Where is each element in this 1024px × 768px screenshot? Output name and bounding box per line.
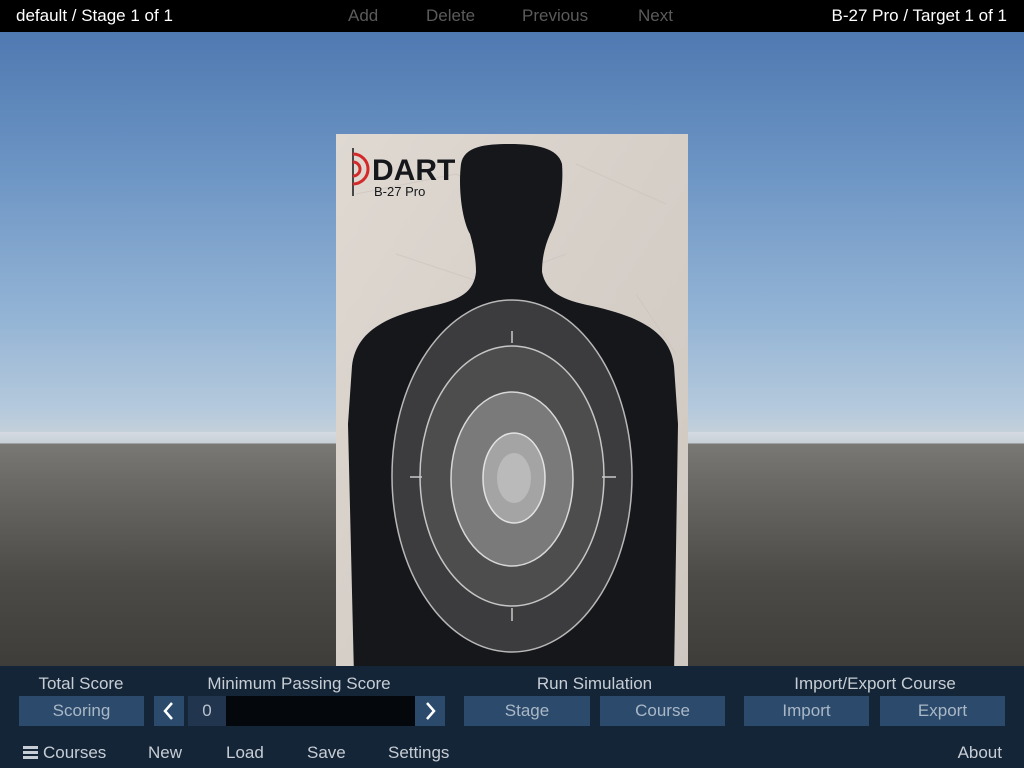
scoring-button[interactable]: Scoring <box>19 696 144 726</box>
export-button[interactable]: Export <box>880 696 1005 726</box>
delete-target-button[interactable]: Delete <box>426 6 475 26</box>
chevron-left-icon <box>163 702 173 720</box>
save-button[interactable]: Save <box>307 743 346 763</box>
ring-center <box>497 453 531 503</box>
target-title: B-27 Pro / Target 1 of 1 <box>831 6 1007 25</box>
decrease-score-button[interactable] <box>154 696 184 726</box>
target-sheet[interactable]: DART B-27 Pro <box>336 134 688 666</box>
add-target-button[interactable]: Add <box>348 6 378 26</box>
import-export-header: Import/Export Course <box>794 674 956 693</box>
total-score-header: Total Score <box>38 674 124 693</box>
run-course-button[interactable]: Course <box>600 696 725 726</box>
chevron-right-icon <box>426 702 436 720</box>
new-button[interactable]: New <box>148 743 182 763</box>
import-button[interactable]: Import <box>744 696 869 726</box>
control-panel: Total Score Minimum Passing Score Run Si… <box>0 666 1024 738</box>
courses-label: Courses <box>43 743 107 762</box>
target-brand: DART <box>372 154 455 187</box>
next-target-button[interactable]: Next <box>638 6 673 26</box>
run-simulation-header: Run Simulation <box>536 674 653 693</box>
top-bar: default / Stage 1 of 1 Add Delete Previo… <box>0 0 1024 32</box>
load-button[interactable]: Load <box>226 743 264 763</box>
hamburger-icon <box>23 746 38 759</box>
increase-score-button[interactable] <box>415 696 445 726</box>
target-model: B-27 Pro <box>374 184 425 199</box>
previous-target-button[interactable]: Previous <box>522 6 588 26</box>
courses-menu-button[interactable]: Courses <box>23 743 106 763</box>
minimum-score-value[interactable]: 0 <box>188 696 226 726</box>
simulation-viewport[interactable]: DART B-27 Pro <box>0 32 1024 666</box>
bottom-menu-bar: Courses New Load Save Settings About <box>0 738 1024 768</box>
minimum-passing-score-header: Minimum Passing Score <box>207 674 391 693</box>
run-stage-button[interactable]: Stage <box>464 696 590 726</box>
minimum-score-slider[interactable] <box>226 696 415 726</box>
settings-button[interactable]: Settings <box>388 743 449 763</box>
about-button[interactable]: About <box>958 743 1002 763</box>
stage-title: default / Stage 1 of 1 <box>16 6 173 25</box>
